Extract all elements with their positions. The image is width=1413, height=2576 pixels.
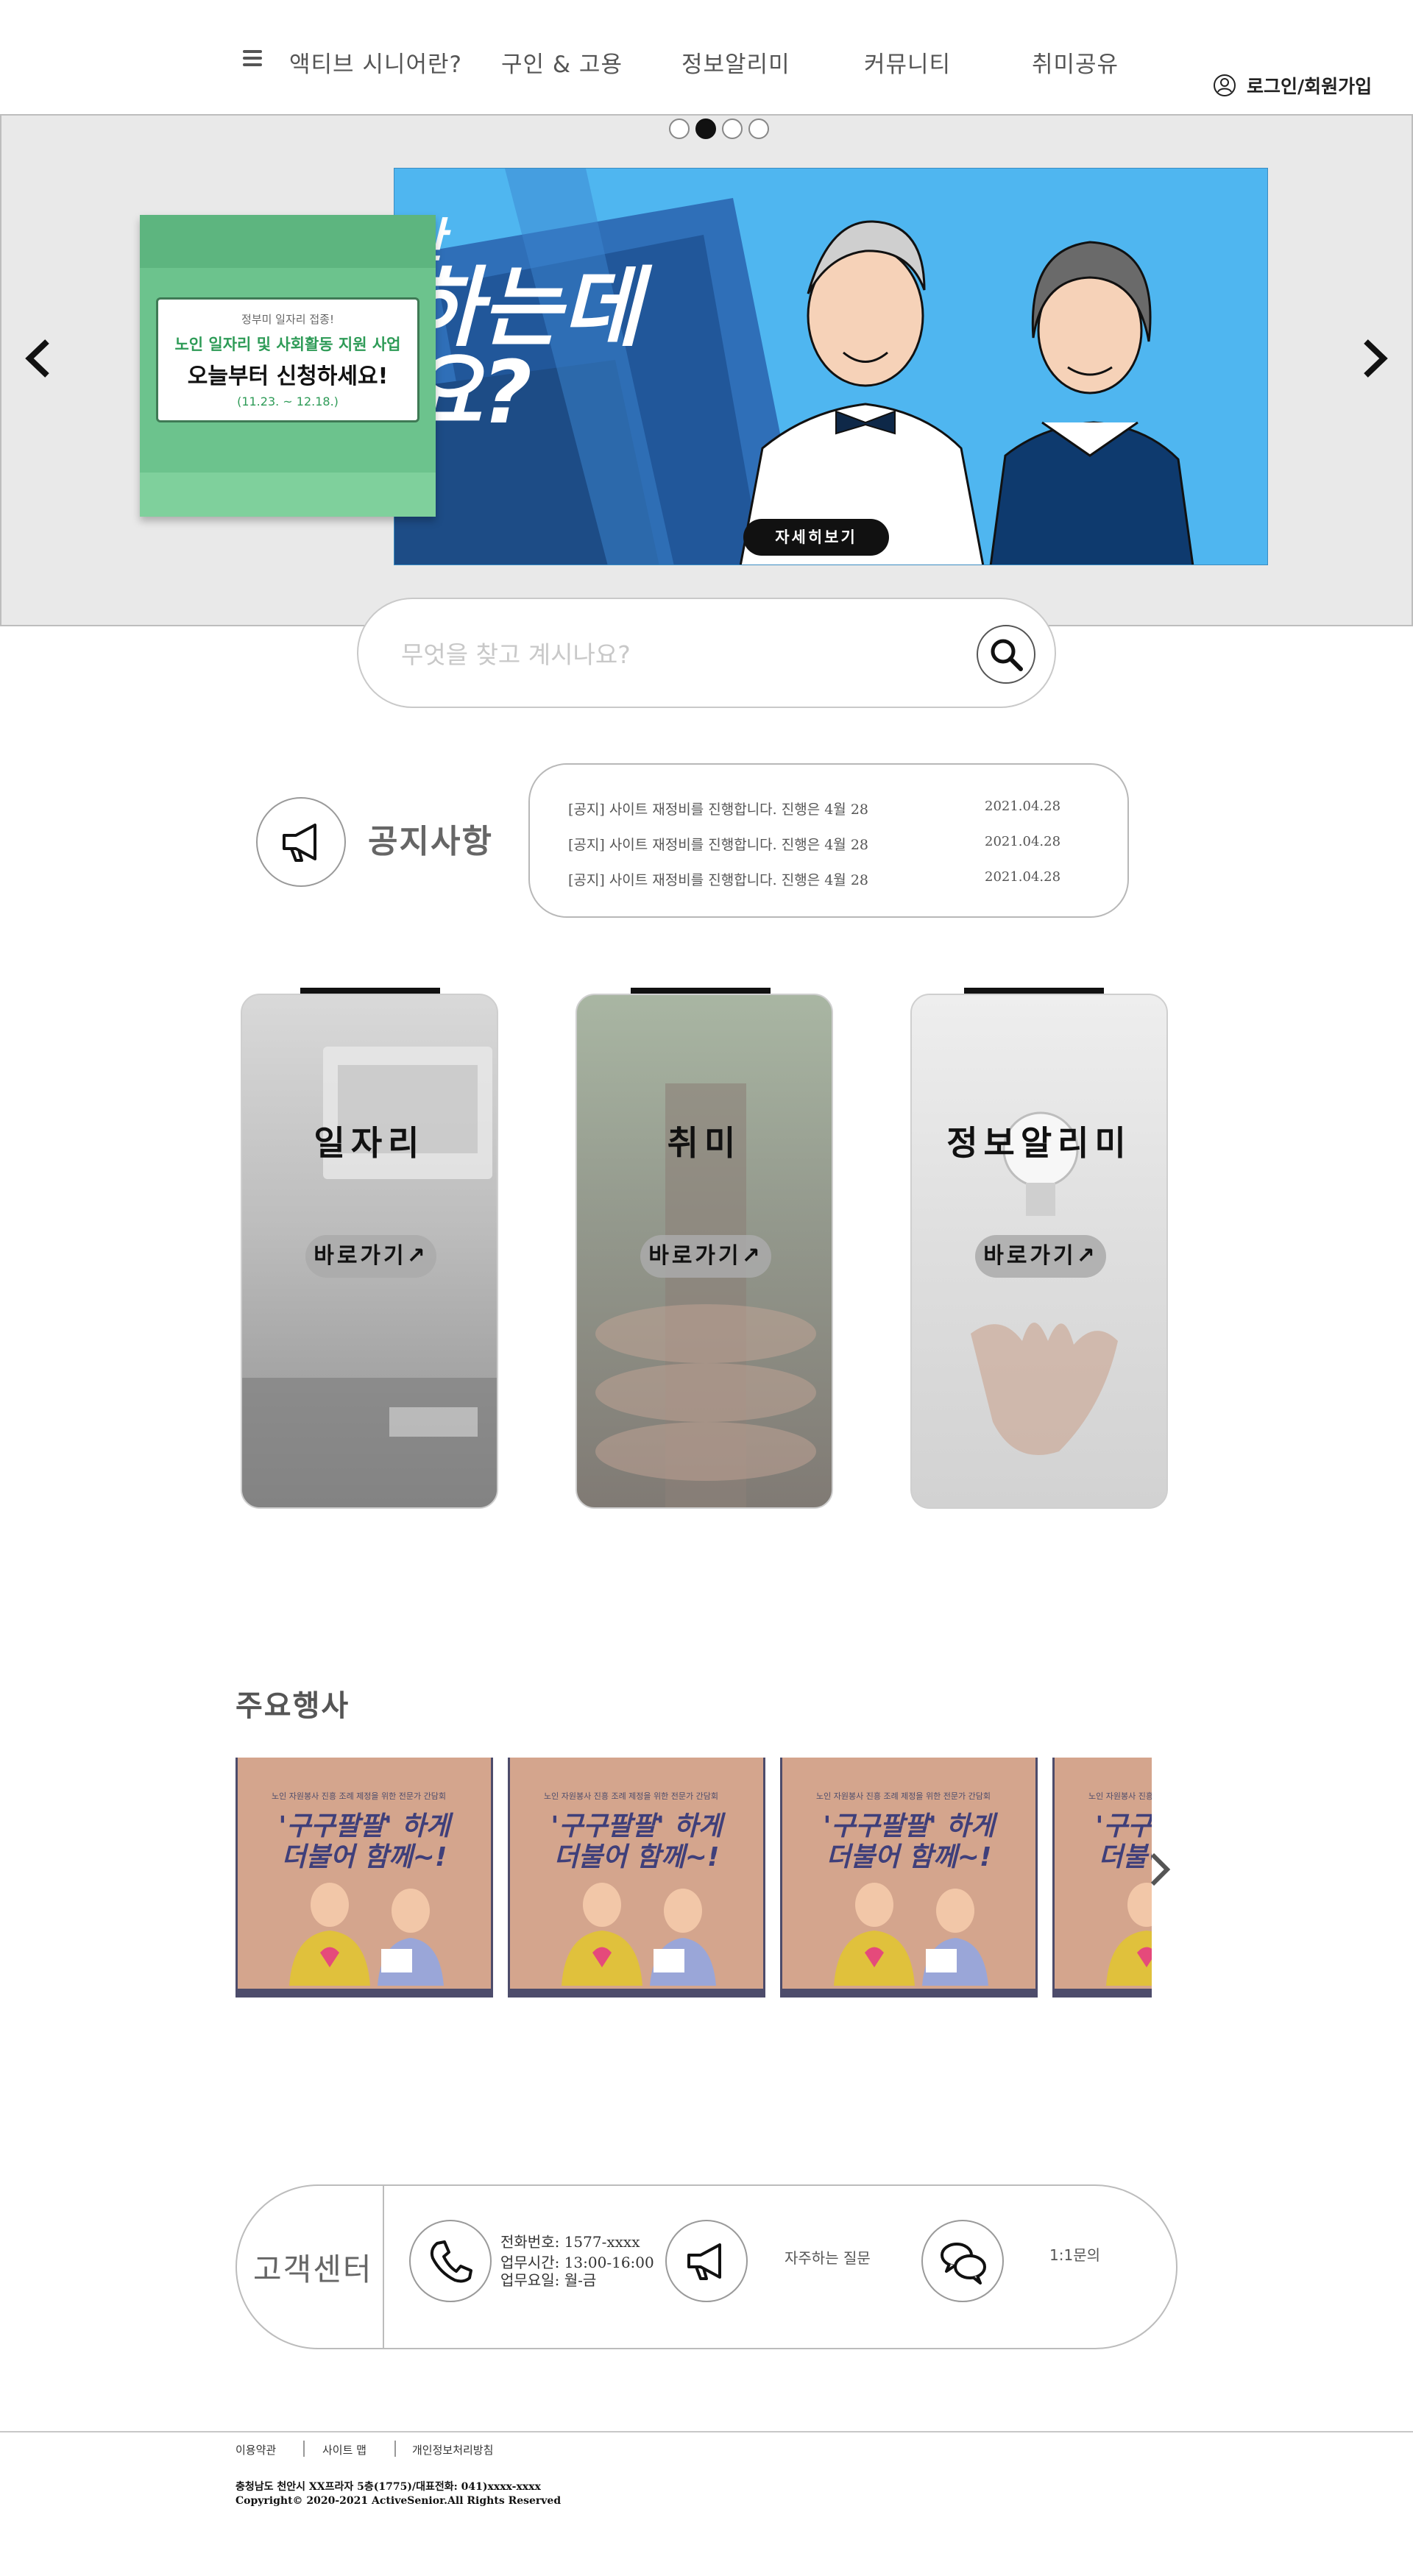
event-card-2[interactable]: 노인 자원봉사 진흥 조례 제정을 위한 전문가 간담회 '구구팔팔' 하게 더… <box>508 1758 765 1998</box>
faq-link[interactable]: 자주하는 질문 <box>785 2246 871 2268</box>
notice-title: 공지사항 <box>368 823 493 860</box>
faq-icon-circle[interactable] <box>665 2220 748 2302</box>
card-button-info[interactable]: 바로가기↗ <box>975 1235 1106 1278</box>
card-title-hobby: 취미 <box>667 1123 742 1163</box>
card-tab-jobs <box>300 988 440 994</box>
event-carousel: 노인 자원봉사 진흥 조례 제정을 위한 전문가 간담회 '구구팔팔' 하게 더… <box>236 1758 1152 1998</box>
footer-terms-link[interactable]: 이용약관 <box>236 2442 276 2458</box>
slide-dot-4[interactable] <box>748 118 769 139</box>
nav-community[interactable]: 커뮤니티 <box>864 46 951 79</box>
event-card-3[interactable]: 노인 자원봉사 진흥 조례 제정을 위한 전문가 간담회 '구구팔팔' 하게 더… <box>780 1758 1038 1998</box>
notice-date-3: 2021.04.28 <box>985 869 1061 885</box>
customer-center-title: 고객센터 <box>253 2251 373 2287</box>
slide-dot-3[interactable] <box>722 118 743 139</box>
notice-icon-circle <box>256 797 346 887</box>
poster-line2: 오늘부터 신청하세요! <box>187 364 389 389</box>
chat-bubbles-icon <box>941 2243 986 2285</box>
footer-sitemap-link[interactable]: 사이트 맵 <box>322 2442 366 2458</box>
notice-item-1[interactable]: [공지] 사이트 재정비를 진행합니다. 진행은 4월 28 <box>568 799 868 818</box>
phone-icon-circle <box>409 2220 492 2302</box>
notice-item-3[interactable]: [공지] 사이트 재정비를 진행합니다. 진행은 4월 28 <box>568 869 868 889</box>
poster-stripe <box>140 215 436 268</box>
event-card-subtitle: 더불어 함께~! <box>1098 1842 1152 1872</box>
event-card-top: 노인 자원봉사 진흥 조례 제정을 위한 전문가 간담회 <box>816 1791 991 1801</box>
footer-divider <box>0 2431 1413 2432</box>
prev-arrow-icon[interactable] <box>19 333 56 384</box>
detail-button[interactable]: 자세히보기 <box>743 519 889 556</box>
event-card-top: 노인 자원봉사 진흥 조례 제정을 위한 전문가 간담회 <box>272 1791 446 1801</box>
search-bar <box>357 598 1056 708</box>
event-illustration <box>834 1883 988 1986</box>
customer-center-divider <box>383 2186 384 2348</box>
prev-slide-image[interactable]: 정부미 일자리 접종! 노인 일자리 및 사회활동 지원 사업 오늘부터 신청하… <box>140 215 436 517</box>
poster-dates: (11.23. ~ 12.18.) <box>237 394 339 408</box>
category-card-hobby[interactable]: 취미 바로가기↗ <box>576 994 833 1509</box>
poster-sub: 정부미 일자리 접종! <box>241 313 334 326</box>
next-arrow-icon[interactable] <box>1357 333 1394 384</box>
poster-board: 정부미 일자리 접종! 노인 일자리 및 사회활동 지원 사업 오늘부터 신청하… <box>156 297 419 422</box>
login-label: 로그인/회원가입 <box>1247 76 1373 97</box>
event-card-subtitle: 더불어 함께~! <box>553 1842 720 1872</box>
notice-list: [공지] 사이트 재정비를 진행합니다. 진행은 4월 28 2021.04.2… <box>528 763 1129 918</box>
event-card-4[interactable]: 노인 자원봉사 진흥 조례 제정을 위한 전문가 간담회 '구구팔팔' 하게 더… <box>1052 1758 1152 1998</box>
card-tab-info <box>964 988 1104 994</box>
card-button-jobs[interactable]: 바로가기↗ <box>305 1235 436 1278</box>
event-card-subtitle: 더불어 함께~! <box>826 1842 992 1872</box>
events-title: 주요행사 <box>236 1689 350 1723</box>
megaphone-icon <box>687 2243 721 2280</box>
card-title-jobs: 일자리 <box>314 1123 425 1163</box>
nav-jobs[interactable]: 구인 & 고용 <box>501 46 623 79</box>
user-icon <box>1214 74 1236 96</box>
event-illustration <box>289 1883 444 1986</box>
nav-about[interactable]: 액티브 시니어란? <box>289 46 462 79</box>
footer-address: 충청남도 천안시 XX프라자 5층(1775)/대표전화: 041)xxxx-x… <box>236 2481 541 2493</box>
category-card-jobs[interactable]: 일자리 바로가기↗ <box>241 994 498 1509</box>
inquiry-link[interactable]: 1:1문의 <box>1049 2243 1100 2265</box>
nav-hobby[interactable]: 취미공유 <box>1032 46 1119 79</box>
footer-separator <box>303 2441 305 2457</box>
events-next-arrow-icon[interactable] <box>1145 1847 1175 1892</box>
card-tab-hobby <box>631 988 771 994</box>
megaphone-icon <box>283 824 316 862</box>
search-icon <box>991 639 1023 671</box>
inquiry-icon-circle[interactable] <box>921 2220 1004 2302</box>
footer-copyright: Copyright© 2020-2021 ActiveSenior.All Ri… <box>236 2495 562 2507</box>
cs-phone: 전화번호: 1577-xxxx <box>500 2233 640 2251</box>
notice-date-1: 2021.04.28 <box>985 799 1061 814</box>
slide-dot-2[interactable] <box>695 118 716 139</box>
search-button[interactable] <box>977 625 1035 684</box>
notice-item-2[interactable]: [공지] 사이트 재정비를 진행합니다. 진행은 4월 28 <box>568 834 868 854</box>
event-card-top: 노인 자원봉사 진흥 조례 제정을 위한 전문가 간담회 <box>544 1791 718 1801</box>
phone-icon <box>430 2240 472 2283</box>
notice-date-2: 2021.04.28 <box>985 834 1061 849</box>
login-link[interactable]: 로그인/회원가입 <box>1213 72 1372 99</box>
menu-icon[interactable] <box>243 50 262 66</box>
event-illustration <box>1106 1883 1152 1986</box>
event-illustration <box>562 1883 716 1986</box>
poster-ground <box>140 473 436 517</box>
event-card-top: 노인 자원봉사 진흥 조례 제정을 위한 전문가 간담회 <box>1088 1791 1152 1801</box>
event-card-subtitle: 더불어 함께~! <box>281 1842 447 1872</box>
event-card-1[interactable]: 노인 자원봉사 진흥 조례 제정을 위한 전문가 간담회 '구구팔팔' 하게 더… <box>236 1758 493 1998</box>
footer-privacy-link[interactable]: 개인정보처리방침 <box>412 2442 493 2458</box>
nav-info[interactable]: 정보알리미 <box>681 46 790 79</box>
cs-days: 업무요일: 월-금 <box>500 2271 597 2289</box>
category-card-info[interactable]: 정보알리미 바로가기↗ <box>910 994 1168 1509</box>
poster-line1: 노인 일자리 및 사회활동 지원 사업 <box>174 336 401 353</box>
card-title-info: 정보알리미 <box>946 1123 1132 1163</box>
slide-dot-1[interactable] <box>669 118 690 139</box>
card-button-hobby[interactable]: 바로가기↗ <box>640 1235 771 1278</box>
slide-illustration: 간 하는데 요? <box>394 169 1194 565</box>
footer-separator <box>394 2441 396 2457</box>
search-input[interactable] <box>400 634 929 674</box>
main-slide-image[interactable]: 간 하는데 요? <box>394 168 1268 565</box>
